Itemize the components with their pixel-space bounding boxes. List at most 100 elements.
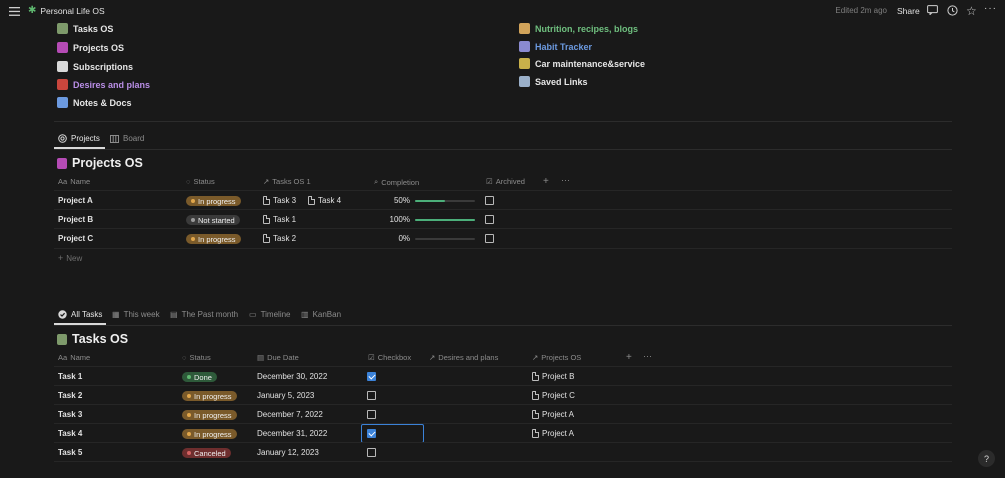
table-row-name[interactable]: Project A — [58, 196, 93, 205]
status-badge[interactable]: Canceled — [182, 448, 231, 458]
link-habit-tracker[interactable]: Habit Tracker — [519, 41, 592, 52]
tabs-divider — [54, 325, 952, 326]
archived-checkbox[interactable] — [485, 196, 494, 205]
status-badge[interactable]: In progress — [186, 234, 241, 244]
link-tasks-os[interactable]: Tasks OS — [57, 23, 113, 34]
relation-arrow-icon: ↗ — [532, 353, 539, 362]
favorite-star-icon[interactable]: ☆ — [966, 4, 977, 18]
status-badge[interactable]: Not started — [186, 215, 240, 225]
nutrition-icon — [519, 23, 530, 34]
archived-checkbox[interactable] — [485, 234, 494, 243]
col-header-projects[interactable]: ↗ Projects OS — [532, 353, 581, 362]
task-checkbox[interactable] — [367, 391, 376, 400]
link-nutrition[interactable]: Nutrition, recipes, blogs — [519, 23, 638, 34]
tab-all-tasks[interactable]: All Tasks — [58, 310, 102, 319]
col-header-tasks[interactable]: ↗ Tasks OS 1 — [263, 177, 311, 186]
due-date[interactable]: January 12, 2023 — [257, 448, 319, 457]
status-badge[interactable]: In progress — [182, 391, 237, 401]
calendar-icon: ▤ — [257, 353, 265, 362]
table-row-name[interactable]: Project B — [58, 215, 93, 224]
table-row-name[interactable]: Task 4 — [58, 429, 82, 438]
history-icon[interactable] — [947, 5, 958, 18]
status-badge[interactable]: Done — [182, 372, 217, 382]
more-options-icon[interactable]: ··· — [984, 3, 997, 14]
link-car-maintenance[interactable]: Car maintenance&service — [519, 58, 645, 69]
task-checkbox[interactable] — [367, 429, 376, 438]
tab-past-month[interactable]: ▤ The Past month — [170, 310, 238, 319]
status-badge[interactable]: In progress — [186, 196, 241, 206]
page-icon — [263, 215, 270, 224]
table-row-name[interactable]: Project C — [58, 234, 93, 243]
table-row-name[interactable]: Task 2 — [58, 391, 82, 400]
table-row-name[interactable]: Task 1 — [58, 372, 82, 381]
col-header-name[interactable]: Aa Name — [58, 353, 90, 362]
share-button[interactable]: Share — [897, 6, 920, 16]
col-header-name[interactable]: Aa Name — [58, 177, 90, 186]
status-badge[interactable]: In progress — [182, 429, 237, 439]
col-header-archived[interactable]: ☑ Archived — [486, 177, 525, 186]
relation-task[interactable]: Task 4 — [308, 196, 341, 205]
col-header-status[interactable]: ◌ Status — [186, 177, 215, 186]
tab-kanban[interactable]: ▥ KanBan — [301, 310, 341, 319]
col-header-desires[interactable]: ↗ Desires and plans — [429, 353, 498, 362]
status-badge[interactable]: In progress — [182, 410, 237, 420]
link-subscriptions[interactable]: Subscriptions — [57, 61, 133, 72]
col-header-due-date[interactable]: ▤ Due Date — [257, 353, 299, 362]
menu-icon[interactable] — [8, 5, 20, 17]
more-options-icon[interactable]: ··· — [561, 175, 570, 185]
projects-db-title[interactable]: Projects OS — [57, 156, 143, 170]
due-date[interactable]: December 7, 2022 — [257, 410, 323, 419]
relation-project[interactable]: Project A — [532, 410, 574, 419]
link-projects-os[interactable]: Projects OS — [57, 42, 124, 53]
row-divider — [54, 423, 952, 424]
relation-task[interactable]: Task 2 — [263, 234, 296, 243]
help-button[interactable]: ? — [978, 450, 995, 467]
relation-project[interactable]: Project A — [532, 429, 574, 438]
table-row-name[interactable]: Task 3 — [58, 410, 82, 419]
row-divider — [54, 209, 952, 210]
car-icon — [519, 58, 530, 69]
add-property-icon[interactable]: + — [626, 352, 632, 363]
task-checkbox[interactable] — [367, 448, 376, 457]
edited-timestamp: Edited 2m ago — [835, 6, 887, 15]
task-checkbox[interactable] — [367, 410, 376, 419]
tab-this-week[interactable]: ▦ This week — [112, 310, 160, 319]
tab-board[interactable]: Board — [110, 134, 144, 143]
subscriptions-icon — [57, 61, 68, 72]
col-header-status[interactable]: ◌ Status — [182, 353, 211, 362]
link-notes-docs[interactable]: Notes & Docs — [57, 97, 132, 108]
relation-arrow-icon: ↗ — [263, 177, 270, 186]
more-options-icon[interactable]: ··· — [643, 351, 652, 361]
calendar-icon — [57, 79, 68, 90]
relation-project[interactable]: Project B — [532, 372, 574, 381]
tab-timeline[interactable]: ▭ Timeline — [249, 310, 291, 319]
relation-project[interactable]: Project C — [532, 391, 575, 400]
row-divider — [54, 442, 952, 443]
task-checkbox[interactable] — [367, 372, 376, 381]
due-date[interactable]: December 30, 2022 — [257, 372, 327, 381]
new-row-button[interactable]: + New — [58, 253, 82, 263]
add-property-icon[interactable]: + — [543, 176, 549, 187]
due-date[interactable]: January 5, 2023 — [257, 391, 314, 400]
tasks-db-title[interactable]: Tasks OS — [57, 332, 128, 346]
table-row-name[interactable]: Task 5 — [58, 448, 82, 457]
page-icon — [263, 196, 270, 205]
relation-task[interactable]: Task 1 — [263, 215, 296, 224]
projects-icon — [57, 157, 67, 169]
comment-icon[interactable] — [927, 5, 938, 17]
col-header-checkbox[interactable]: ☑ Checkbox — [368, 353, 411, 362]
page-icon — [532, 391, 539, 400]
due-date[interactable]: December 31, 2022 — [257, 429, 327, 438]
link-saved-links[interactable]: Saved Links — [519, 76, 588, 87]
board-icon: ▥ — [301, 310, 309, 319]
tab-projects[interactable]: Projects — [58, 134, 100, 143]
col-header-completion[interactable]: ⌕ Completion — [374, 177, 419, 187]
archived-checkbox[interactable] — [485, 215, 494, 224]
relation-task[interactable]: Task 3 — [263, 196, 296, 205]
completion-value: 100% — [389, 215, 410, 224]
top-bar: ✱ Personal Life OS Edited 2m ago Share ☆… — [0, 0, 1005, 22]
breadcrumb[interactable]: ✱ Personal Life OS — [28, 5, 105, 16]
page-icon — [532, 410, 539, 419]
calendar-icon: ▤ — [170, 310, 178, 319]
link-desires-and-plans[interactable]: Desires and plans — [57, 79, 150, 90]
